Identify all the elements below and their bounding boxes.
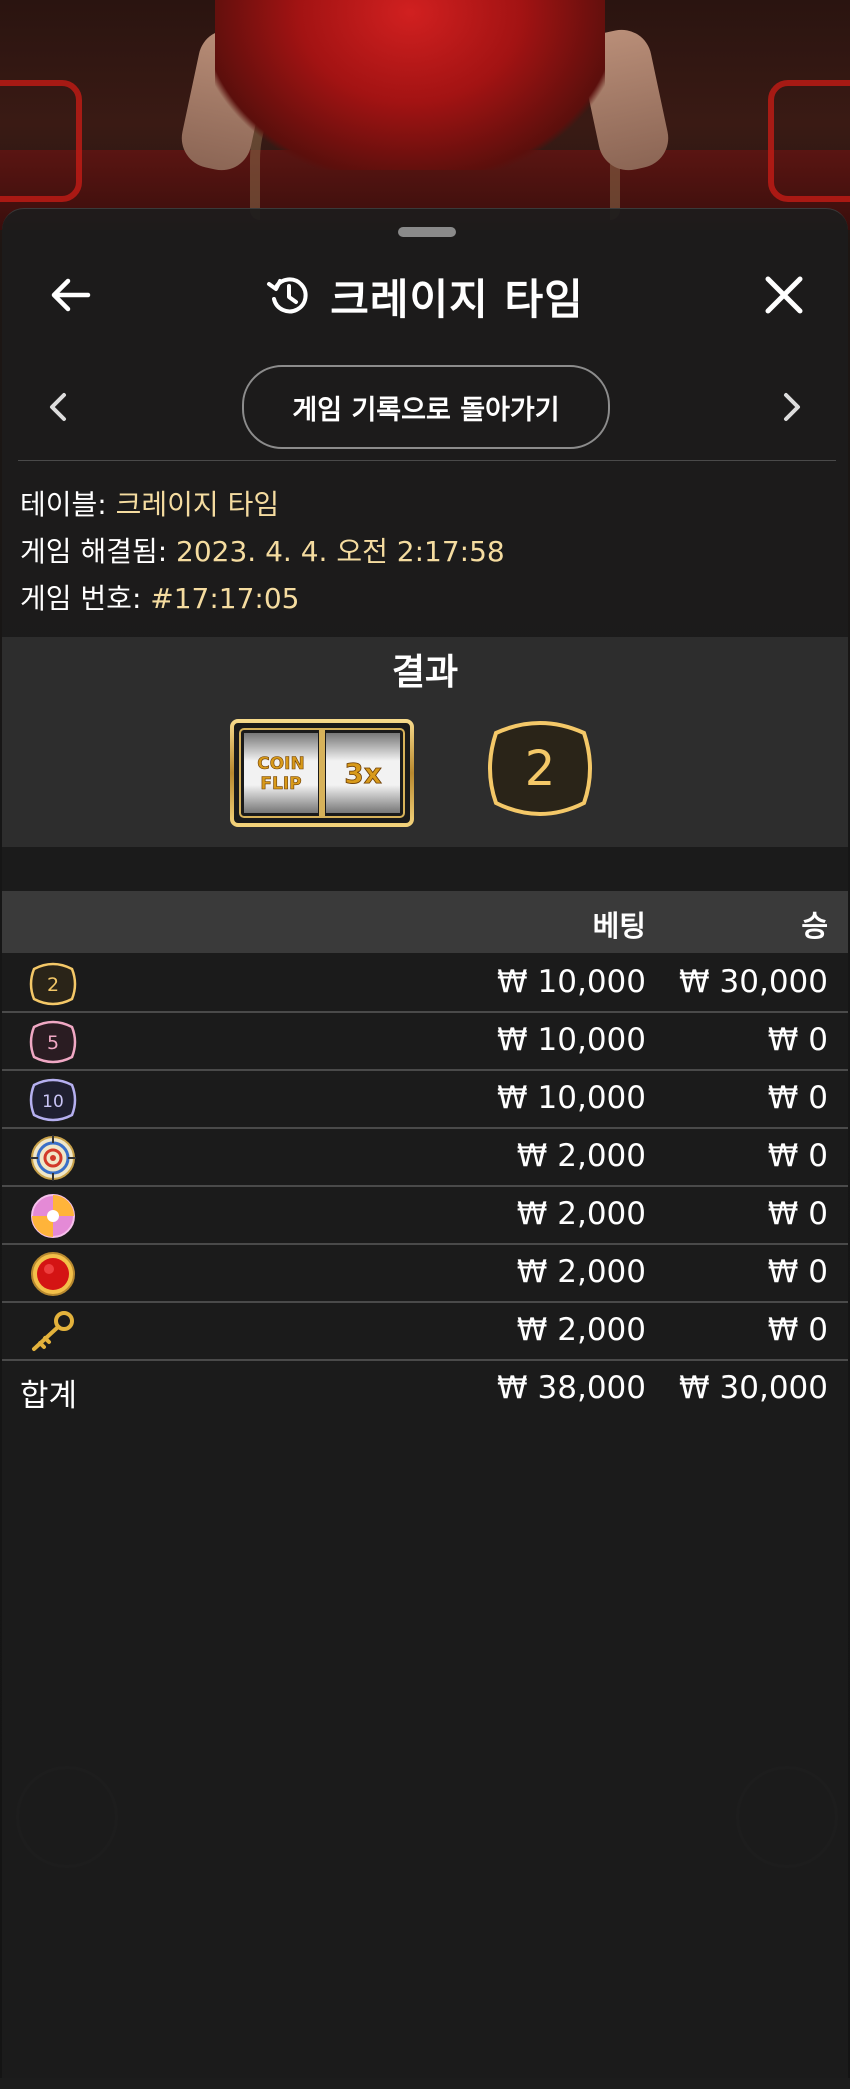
panel-header: 크레이지 타임 [2, 261, 848, 331]
icon-label: 10 [42, 1092, 64, 1112]
win-amount: ₩ 0 [767, 1312, 828, 1348]
total-row: 합계 ₩ 38,000 ₩ 30,000 [2, 1361, 848, 1417]
number-10-icon: 10 [29, 1078, 77, 1122]
title-text: 크레이지 타임 [330, 274, 584, 324]
arrow-left-icon [51, 278, 91, 312]
icon-label: 5 [47, 1032, 59, 1054]
bet-amount: ₩ 2,000 [516, 1312, 646, 1348]
cash-hunt-icon [30, 1135, 76, 1181]
table-value: 크레이지 타임 [115, 488, 280, 521]
game-history-panel: 크레이지 타임 게임 기록으로 돌아가기 테이블: 크레이지 타임 게임 해결됨… [2, 208, 848, 2089]
coin-flip-icon [31, 1252, 75, 1296]
resolved-label: 게임 해결됨: [20, 535, 168, 568]
icon-label: 2 [47, 974, 59, 996]
column-win: 승 [801, 909, 828, 943]
table-row: ₩ 2,000 ₩ 0 [2, 1187, 848, 1245]
table-row: ₩ 2,000 ₩ 0 [2, 1245, 848, 1303]
bet-amount: ₩ 2,000 [516, 1196, 646, 1232]
back-to-history-button[interactable]: 게임 기록으로 돌아가기 [242, 365, 610, 449]
neon-light-left [0, 80, 82, 202]
game-info: 테이블: 크레이지 타임 게임 해결됨: 2023. 4. 4. 오전 2:17… [20, 481, 505, 622]
svg-text:COIN: COIN [257, 754, 304, 774]
number-5-icon: 5 [29, 1020, 77, 1064]
result-number: 2 [524, 741, 556, 797]
svg-text:3x: 3x [344, 757, 382, 790]
bet-amount: ₩ 10,000 [497, 1022, 646, 1058]
top-slot-icon: COIN FLIP 3x [230, 719, 414, 827]
table-row: ₩ 2,000 ₩ 0 [2, 1129, 848, 1187]
svg-text:FLIP: FLIP [260, 774, 301, 794]
close-button[interactable] [760, 271, 808, 319]
result-number-badge: 2 [482, 717, 598, 821]
game-number-value: #17:17:05 [150, 582, 300, 615]
table-row: ₩ 2,000 ₩ 0 [2, 1303, 848, 1361]
info-table: 테이블: 크레이지 타임 [20, 481, 505, 528]
back-button[interactable] [46, 271, 94, 319]
win-amount: ₩ 0 [767, 1254, 828, 1290]
drag-handle[interactable] [398, 227, 456, 237]
pachinko-icon [31, 1194, 75, 1238]
next-game-button[interactable] [772, 387, 812, 427]
crazy-time-key-icon [32, 1311, 74, 1351]
bet-amount: ₩ 10,000 [497, 964, 646, 1000]
game-number-label: 게임 번호: [20, 582, 142, 615]
total-bet: ₩ 38,000 [497, 1370, 646, 1406]
divider [18, 460, 836, 461]
win-amount: ₩ 0 [767, 1080, 828, 1116]
resolved-value: 2023. 4. 4. 오전 2:17:58 [176, 535, 505, 568]
table-row: 5 ₩ 10,000 ₩ 0 [2, 1013, 848, 1071]
info-resolved: 게임 해결됨: 2023. 4. 4. 오전 2:17:58 [20, 528, 505, 575]
number-2-icon: 2 [29, 962, 77, 1006]
bets-table-header: 베팅 승 [2, 891, 848, 953]
table-label: 테이블: [20, 488, 107, 521]
total-label: 합계 [20, 1378, 78, 1414]
result-section: 결과 COIN FLIP 3x 2 [2, 637, 848, 847]
panel-title: 크레이지 타임 [2, 261, 848, 331]
close-icon [765, 276, 803, 314]
bet-amount: ₩ 2,000 [516, 1138, 646, 1174]
chevron-right-icon [784, 393, 800, 421]
bets-table: 2 ₩ 10,000 ₩ 30,000 5 ₩ 10,000 ₩ 0 10 ₩ … [2, 955, 848, 1417]
win-amount: ₩ 0 [767, 1196, 828, 1232]
result-title: 결과 [391, 652, 459, 693]
total-win: ₩ 30,000 [679, 1370, 828, 1406]
chevron-left-icon [50, 393, 66, 421]
bet-amount: ₩ 2,000 [516, 1254, 646, 1290]
table-row: 10 ₩ 10,000 ₩ 0 [2, 1071, 848, 1129]
dealer [215, 0, 605, 170]
bet-amount: ₩ 10,000 [497, 1080, 646, 1116]
neon-light-right [768, 80, 850, 202]
history-navigation: 게임 기록으로 돌아가기 [2, 365, 848, 449]
previous-game-button[interactable] [38, 387, 78, 427]
win-amount: ₩ 0 [767, 1022, 828, 1058]
column-bet: 베팅 [592, 909, 646, 943]
info-game-number: 게임 번호: #17:17:05 [20, 575, 505, 622]
table-row: 2 ₩ 10,000 ₩ 30,000 [2, 955, 848, 1013]
win-amount: ₩ 30,000 [679, 964, 828, 1000]
win-amount: ₩ 0 [767, 1138, 828, 1174]
history-icon [267, 277, 308, 314]
